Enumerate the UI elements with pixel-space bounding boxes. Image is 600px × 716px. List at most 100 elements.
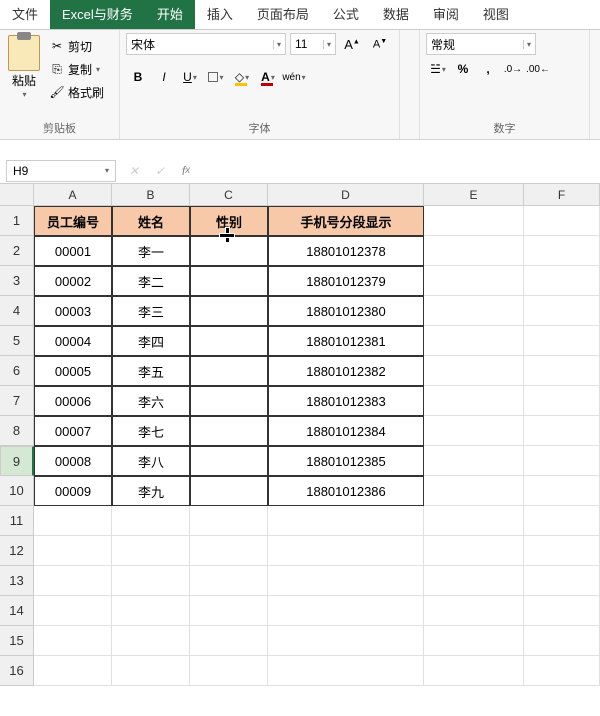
cell-B4[interactable]: 李三 [112, 296, 190, 326]
cell-F5[interactable] [524, 326, 600, 356]
col-header-C[interactable]: C [190, 184, 268, 206]
cell-C5[interactable] [190, 326, 268, 356]
tab-file[interactable]: 文件 [0, 0, 50, 29]
row-header-5[interactable]: 5 [0, 326, 34, 356]
cell-F2[interactable] [524, 236, 600, 266]
cell-E7[interactable] [424, 386, 524, 416]
row-header-6[interactable]: 6 [0, 356, 34, 386]
fx-button[interactable]: fx [174, 160, 198, 182]
cell-A2[interactable]: 00001 [34, 236, 112, 266]
cell-E11[interactable] [424, 506, 524, 536]
cell-F15[interactable] [524, 626, 600, 656]
cell-B12[interactable] [112, 536, 190, 566]
cell-F9[interactable] [524, 446, 600, 476]
font-size-select[interactable]: 11 ▾ [290, 33, 336, 55]
increase-font-button[interactable]: A▲ [340, 33, 364, 55]
select-all-corner[interactable] [0, 184, 34, 206]
col-header-F[interactable]: F [524, 184, 600, 206]
cell-D7[interactable]: 18801012383 [268, 386, 424, 416]
cell-E14[interactable] [424, 596, 524, 626]
cell-A7[interactable]: 00006 [34, 386, 112, 416]
row-header-3[interactable]: 3 [0, 266, 34, 296]
row-header-8[interactable]: 8 [0, 416, 34, 446]
decrease-decimal-button[interactable]: .00← [526, 58, 550, 80]
cell-B10[interactable]: 李九 [112, 476, 190, 506]
row-header-12[interactable]: 12 [0, 536, 34, 566]
tab-page-layout[interactable]: 页面布局 [245, 0, 321, 29]
row-header-1[interactable]: 1 [0, 206, 34, 236]
underline-button[interactable]: U▾ [178, 66, 202, 88]
cell-A14[interactable] [34, 596, 112, 626]
row-header-10[interactable]: 10 [0, 476, 34, 506]
cell-B1[interactable]: 姓名 [112, 206, 190, 236]
tab-view[interactable]: 视图 [471, 0, 521, 29]
cell-D1[interactable]: 手机号分段显示 [268, 206, 424, 236]
copy-button[interactable]: ⎘ 复制 ▾ [46, 58, 107, 80]
cell-C15[interactable] [190, 626, 268, 656]
cell-A13[interactable] [34, 566, 112, 596]
cell-D5[interactable]: 18801012381 [268, 326, 424, 356]
cell-C7[interactable] [190, 386, 268, 416]
tab-data[interactable]: 数据 [371, 0, 421, 29]
cell-D13[interactable] [268, 566, 424, 596]
cut-button[interactable]: ✂ 剪切 [46, 35, 107, 57]
confirm-formula-button[interactable]: ✓ [148, 160, 172, 182]
fill-color-button[interactable]: ◇▾ [230, 66, 254, 88]
cell-A1[interactable]: 员工编号 [34, 206, 112, 236]
col-header-E[interactable]: E [424, 184, 524, 206]
cell-E2[interactable] [424, 236, 524, 266]
cell-B11[interactable] [112, 506, 190, 536]
cell-C12[interactable] [190, 536, 268, 566]
cell-C9[interactable] [190, 446, 268, 476]
cell-D12[interactable] [268, 536, 424, 566]
cell-B5[interactable]: 李四 [112, 326, 190, 356]
row-header-9[interactable]: 9 [0, 446, 34, 476]
cell-C8[interactable] [190, 416, 268, 446]
cell-C1[interactable]: 性别 [190, 206, 268, 236]
cell-C10[interactable] [190, 476, 268, 506]
cell-F8[interactable] [524, 416, 600, 446]
cell-D11[interactable] [268, 506, 424, 536]
cell-B8[interactable]: 李七 [112, 416, 190, 446]
cell-A15[interactable] [34, 626, 112, 656]
cell-B13[interactable] [112, 566, 190, 596]
cell-C6[interactable] [190, 356, 268, 386]
cell-F10[interactable] [524, 476, 600, 506]
tab-excel-finance[interactable]: Excel与财务 [50, 0, 145, 29]
cell-C4[interactable] [190, 296, 268, 326]
tab-insert[interactable]: 插入 [195, 0, 245, 29]
cell-A6[interactable]: 00005 [34, 356, 112, 386]
row-header-4[interactable]: 4 [0, 296, 34, 326]
number-format-select[interactable]: 常规 ▾ [426, 33, 536, 55]
cell-D14[interactable] [268, 596, 424, 626]
cell-A12[interactable] [34, 536, 112, 566]
cell-E16[interactable] [424, 656, 524, 686]
cell-D4[interactable]: 18801012380 [268, 296, 424, 326]
row-header-15[interactable]: 15 [0, 626, 34, 656]
cell-F11[interactable] [524, 506, 600, 536]
cell-E10[interactable] [424, 476, 524, 506]
cell-F13[interactable] [524, 566, 600, 596]
col-header-A[interactable]: A [34, 184, 112, 206]
cell-C13[interactable] [190, 566, 268, 596]
cell-E12[interactable] [424, 536, 524, 566]
cell-E8[interactable] [424, 416, 524, 446]
cell-C14[interactable] [190, 596, 268, 626]
cell-F3[interactable] [524, 266, 600, 296]
cell-B15[interactable] [112, 626, 190, 656]
row-header-11[interactable]: 11 [0, 506, 34, 536]
cell-F7[interactable] [524, 386, 600, 416]
cancel-formula-button[interactable]: ✕ [122, 160, 146, 182]
row-header-13[interactable]: 13 [0, 566, 34, 596]
cell-D10[interactable]: 18801012386 [268, 476, 424, 506]
cell-B7[interactable]: 李六 [112, 386, 190, 416]
cell-A16[interactable] [34, 656, 112, 686]
cell-D2[interactable]: 18801012378 [268, 236, 424, 266]
font-name-select[interactable]: 宋体 ▾ [126, 33, 286, 55]
increase-decimal-button[interactable]: .0→ [501, 58, 525, 80]
cell-B14[interactable] [112, 596, 190, 626]
cell-B16[interactable] [112, 656, 190, 686]
cell-D6[interactable]: 18801012382 [268, 356, 424, 386]
cell-E4[interactable] [424, 296, 524, 326]
cell-D15[interactable] [268, 626, 424, 656]
